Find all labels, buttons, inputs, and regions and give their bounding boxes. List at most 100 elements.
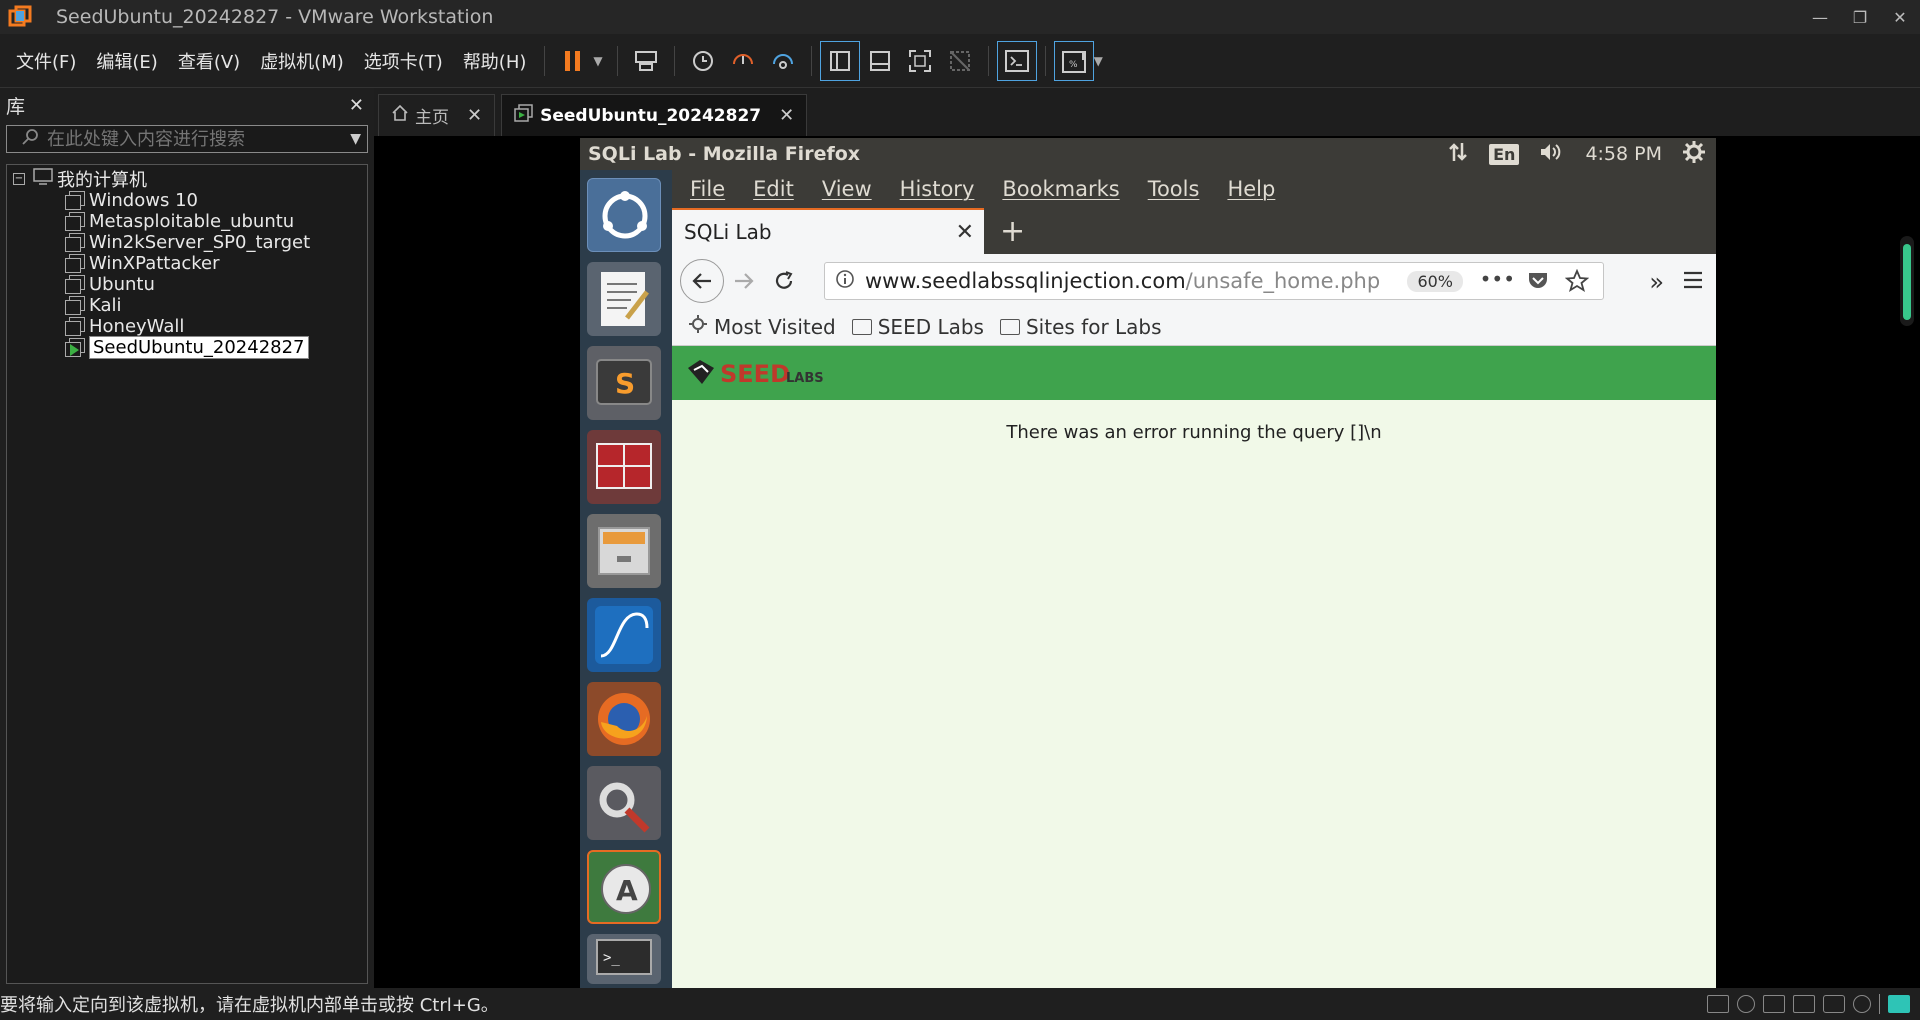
new-tab-button[interactable]: + bbox=[1000, 214, 1025, 249]
hamburger-menu-icon[interactable] bbox=[1682, 270, 1704, 294]
cd-dvd-icon[interactable] bbox=[1737, 995, 1755, 1013]
snapshot-icon[interactable] bbox=[683, 41, 723, 81]
tab-home-close-icon[interactable]: ✕ bbox=[467, 105, 482, 126]
vm-icon bbox=[65, 254, 85, 273]
text-editor-icon[interactable] bbox=[587, 262, 661, 336]
terminal-red-icon[interactable] bbox=[587, 430, 661, 504]
wireshark-icon[interactable] bbox=[587, 598, 661, 672]
full-screen-icon[interactable] bbox=[900, 41, 940, 81]
ff-menu-bookmarks[interactable]: Bookmarks bbox=[988, 177, 1133, 201]
tab-home[interactable]: 主页 ✕ bbox=[378, 94, 496, 136]
pause-dropdown-icon[interactable]: ▼ bbox=[593, 54, 602, 68]
bookmark-most-visited[interactable]: Most Visited bbox=[688, 314, 836, 339]
svg-text:%: % bbox=[1069, 60, 1078, 70]
tab-seedubuntu[interactable]: SeedUbuntu_20242827 ✕ bbox=[501, 94, 808, 136]
console-view-icon[interactable] bbox=[996, 40, 1037, 81]
vm-label: SeedUbuntu_20242827 bbox=[89, 335, 309, 359]
network-icon[interactable] bbox=[1447, 141, 1469, 168]
guest-window-title: SQLi Lab - Mozilla Firefox bbox=[588, 143, 861, 165]
vm-item-selected[interactable]: SeedUbuntu_20242827 bbox=[65, 335, 309, 359]
browser-tab-close-icon[interactable]: ✕ bbox=[956, 220, 974, 245]
menu-toolbar: 文件(F) 编辑(E) 查看(V) 虚拟机(M) 选项卡(T) 帮助(H) ▼ bbox=[0, 34, 1920, 88]
toolbar-divider bbox=[987, 45, 989, 76]
home-icon bbox=[391, 104, 409, 127]
ff-menu-view[interactable]: View bbox=[808, 177, 886, 201]
vmware-logo-icon bbox=[8, 5, 32, 29]
seedlabs-logo[interactable]: SEED LABS bbox=[686, 356, 826, 394]
menu-vm[interactable]: 虚拟机(M) bbox=[250, 34, 354, 88]
svg-text:A: A bbox=[616, 874, 638, 907]
back-button[interactable] bbox=[680, 259, 724, 303]
printer-icon[interactable] bbox=[1793, 995, 1815, 1013]
message-log-icon[interactable] bbox=[1888, 995, 1910, 1013]
folder-icon bbox=[999, 318, 1020, 335]
reload-button[interactable] bbox=[764, 261, 804, 301]
ff-menu-edit[interactable]: Edit bbox=[739, 177, 808, 201]
library-search[interactable]: ▼ bbox=[6, 125, 368, 153]
stretch-guest-icon[interactable]: % bbox=[1053, 40, 1094, 81]
minimize-button[interactable]: — bbox=[1800, 0, 1840, 34]
bookmark-star-icon[interactable] bbox=[1564, 268, 1590, 297]
thumbnail-bar-icon[interactable] bbox=[860, 41, 900, 81]
menu-edit[interactable]: 编辑(E) bbox=[86, 34, 167, 88]
zoom-indicator[interactable]: 60% bbox=[1407, 271, 1463, 292]
menu-view[interactable]: 查看(V) bbox=[168, 34, 250, 88]
tab-home-label: 主页 bbox=[415, 108, 449, 128]
bookmark-sites-for-labs[interactable]: Sites for Labs bbox=[999, 315, 1162, 339]
vm-label: WinXPattacker bbox=[89, 252, 220, 274]
sublime-text-icon[interactable]: S bbox=[587, 346, 661, 420]
keyboard-language-indicator[interactable]: En bbox=[1489, 143, 1520, 165]
vm-icon bbox=[65, 191, 85, 210]
url-bar[interactable]: www.seedlabssqlinjection.com/unsafe_home… bbox=[824, 262, 1604, 300]
menu-file[interactable]: 文件(F) bbox=[6, 34, 86, 88]
hard-disk-icon[interactable] bbox=[1707, 995, 1729, 1013]
collapse-icon[interactable]: − bbox=[13, 173, 25, 185]
search-input[interactable] bbox=[47, 128, 337, 150]
search-dropdown-icon[interactable]: ▼ bbox=[350, 131, 361, 147]
ff-menu-help[interactable]: Help bbox=[1213, 177, 1289, 201]
pocket-icon[interactable] bbox=[1527, 271, 1549, 295]
volume-icon[interactable] bbox=[1539, 141, 1565, 168]
firefox-menu-bar: File Edit View History Bookmarks Tools H… bbox=[672, 170, 1716, 208]
pause-icon[interactable] bbox=[553, 41, 593, 81]
send-ctrl-alt-del-icon[interactable] bbox=[626, 41, 666, 81]
overflow-icon[interactable]: » bbox=[1649, 268, 1664, 296]
revert-snapshot-icon[interactable] bbox=[723, 41, 763, 81]
tab-seedubuntu-close-icon[interactable]: ✕ bbox=[779, 105, 794, 126]
svg-text:SEED: SEED bbox=[720, 360, 790, 388]
library-close-icon[interactable]: ✕ bbox=[349, 95, 364, 116]
menu-tabs[interactable]: 选项卡(T) bbox=[354, 34, 453, 88]
clock[interactable]: 4:58 PM bbox=[1585, 143, 1662, 165]
ff-menu-history[interactable]: History bbox=[886, 177, 989, 201]
ff-menu-file[interactable]: File bbox=[676, 177, 739, 201]
status-bar: 要将输入定向到该虚拟机，请在虚拟机内部单击或按 Ctrl+G。 bbox=[0, 988, 1920, 1020]
stretch-dropdown-icon[interactable]: ▼ bbox=[1094, 54, 1103, 68]
url-path: /unsafe_home.php bbox=[1185, 269, 1381, 293]
site-info-icon[interactable] bbox=[835, 269, 855, 293]
terminal-icon[interactable]: >_ bbox=[587, 934, 661, 984]
query-error-message: There was an error running the query []\… bbox=[1006, 422, 1382, 443]
restore-button[interactable]: ❐ bbox=[1840, 0, 1880, 34]
snapshot-manager-icon[interactable] bbox=[763, 41, 803, 81]
browser-tab[interactable]: SQLi Lab ✕ bbox=[672, 208, 984, 254]
page-actions-icon[interactable]: ••• bbox=[1480, 267, 1515, 291]
bookmark-seed-labs[interactable]: SEED Labs bbox=[851, 315, 984, 339]
ff-menu-tools[interactable]: Tools bbox=[1134, 177, 1214, 201]
display-icon[interactable] bbox=[1853, 995, 1871, 1013]
show-library-icon[interactable] bbox=[819, 40, 860, 81]
file-manager-icon[interactable] bbox=[587, 514, 661, 588]
software-updater-icon[interactable]: A bbox=[587, 850, 661, 924]
system-settings-icon[interactable] bbox=[587, 766, 661, 840]
menu-help[interactable]: 帮助(H) bbox=[453, 34, 537, 88]
unity-mode-icon[interactable] bbox=[940, 41, 980, 81]
toolbar-divider bbox=[616, 45, 618, 76]
ubuntu-dash-icon[interactable] bbox=[587, 178, 661, 252]
vm-scrollbar[interactable] bbox=[1900, 236, 1914, 326]
guest-desktop[interactable]: SQLi Lab - Mozilla Firefox En 4:58 PM S … bbox=[580, 138, 1716, 988]
network-adapter-icon[interactable] bbox=[1763, 995, 1785, 1013]
sound-card-icon[interactable] bbox=[1823, 995, 1845, 1013]
close-button[interactable]: ✕ bbox=[1880, 0, 1920, 34]
forward-button[interactable] bbox=[724, 261, 764, 301]
firefox-icon[interactable] bbox=[587, 682, 661, 756]
system-gear-icon[interactable] bbox=[1682, 140, 1706, 169]
